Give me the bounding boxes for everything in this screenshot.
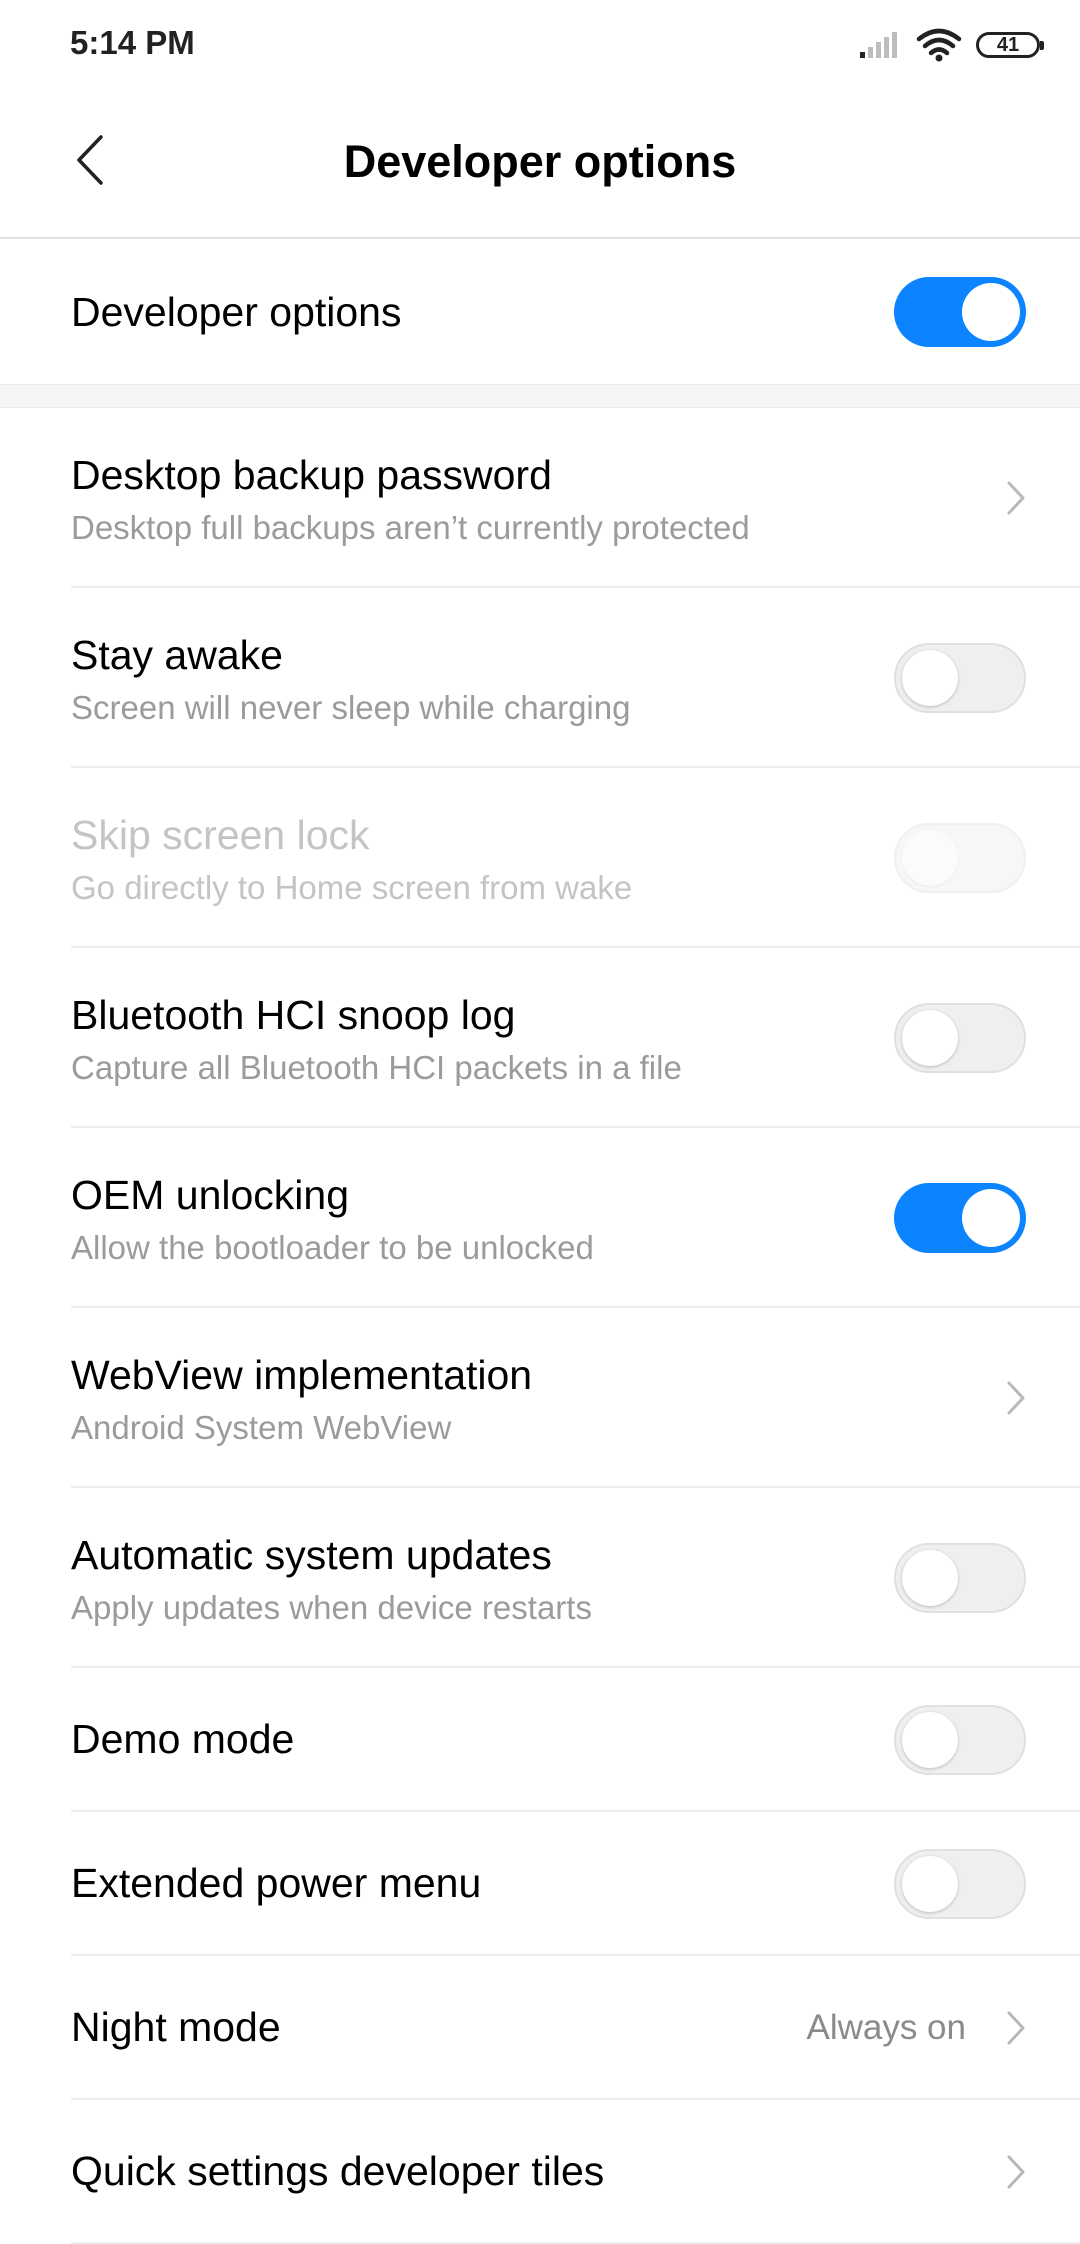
setting-subtitle: Apply updates when device restarts [71, 1589, 592, 1626]
setting-title: Stay awake [71, 632, 283, 678]
setting-row-extended-power-menu[interactable]: Extended power menu [0, 1812, 1080, 1956]
setting-row-stay-awake[interactable]: Stay awake Screen will never sleep while … [0, 588, 1080, 768]
setting-subtitle: Allow the bootloader to be unlocked [71, 1229, 594, 1266]
chevron-right-icon [1007, 2155, 1025, 2189]
developer-options-master-label: Developer options [71, 289, 402, 335]
skip-screen-lock-toggle [894, 823, 1026, 893]
section-divider [0, 384, 1080, 408]
setting-value: Always on [806, 2008, 966, 2047]
setting-subtitle: Screen will never sleep while charging [71, 689, 631, 726]
status-time: 5:14 PM [70, 24, 195, 61]
wifi-icon [916, 28, 962, 62]
setting-row-skip-screen-lock: Skip screen lock Go directly to Home scre… [0, 768, 1080, 948]
setting-title: Demo mode [71, 1716, 295, 1762]
setting-row-desktop-backup-password[interactable]: Desktop backup password Desktop full back… [0, 408, 1080, 588]
chevron-right-icon [1007, 2011, 1025, 2045]
toggle-knob [902, 830, 958, 886]
setting-row-bluetooth-hci-snoop-log[interactable]: Bluetooth HCI snoop log Capture all Bluet… [0, 948, 1080, 1128]
oem-unlocking-toggle[interactable] [894, 1183, 1026, 1253]
setting-title: WebView implementation [71, 1352, 533, 1398]
toggle-knob [962, 1189, 1020, 1247]
toggle-knob [902, 1856, 958, 1912]
developer-options-master-toggle[interactable] [894, 276, 1026, 347]
setting-row-oem-unlocking[interactable]: OEM unlocking Allow the bootloader to be … [0, 1128, 1080, 1308]
setting-title: Desktop backup password [71, 452, 552, 498]
setting-row-webview-implementation[interactable]: WebView implementation Android System Web… [0, 1308, 1080, 1488]
header: Developer options [0, 90, 1080, 239]
settings-list: Desktop backup password Desktop full back… [0, 408, 1080, 2244]
battery-level: 41 [996, 33, 1020, 56]
setting-title: Extended power menu [71, 1860, 482, 1906]
toggle-knob [902, 1010, 958, 1066]
automatic-system-updates-toggle[interactable] [894, 1543, 1026, 1613]
setting-title: Bluetooth HCI snoop log [71, 992, 516, 1038]
cellular-signal-icon [860, 32, 897, 58]
toggle-knob [902, 1550, 958, 1606]
setting-row-quick-settings-developer-tiles[interactable]: Quick settings developer tiles [0, 2100, 1080, 2244]
extended-power-menu-toggle[interactable] [894, 1849, 1026, 1919]
setting-title: Skip screen lock [71, 812, 370, 858]
toggle-knob [902, 650, 958, 706]
stay-awake-toggle[interactable] [894, 643, 1026, 713]
setting-title: OEM unlocking [71, 1172, 350, 1218]
setting-row-demo-mode[interactable]: Demo mode [0, 1668, 1080, 1812]
setting-subtitle: Go directly to Home screen from wake [71, 869, 633, 906]
developer-options-master-row[interactable]: Developer options [0, 239, 1080, 384]
setting-subtitle: Android System WebView [71, 1409, 452, 1446]
setting-subtitle: Desktop full backups aren’t currently pr… [71, 509, 750, 546]
status-icons: 41 [858, 28, 1044, 62]
chevron-right-icon [1007, 1381, 1025, 1415]
battery-icon: 41 [976, 32, 1044, 58]
bluetooth-hci-snoop-log-toggle[interactable] [894, 1003, 1026, 1073]
status-bar: 5:14 PM 41 [0, 0, 1080, 90]
setting-title: Quick settings developer tiles [71, 2148, 605, 2194]
chevron-right-icon [1007, 481, 1025, 515]
setting-title: Night mode [71, 2004, 281, 2050]
toggle-knob [962, 282, 1020, 341]
demo-mode-toggle[interactable] [894, 1705, 1026, 1775]
setting-row-automatic-system-updates[interactable]: Automatic system updates Apply updates wh… [0, 1488, 1080, 1668]
setting-title: Automatic system updates [71, 1532, 552, 1578]
page-title: Developer options [343, 136, 737, 187]
toggle-knob [902, 1712, 958, 1768]
setting-row-night-mode[interactable]: Night mode Always on [0, 1956, 1080, 2100]
setting-subtitle: Capture all Bluetooth HCI packets in a f… [71, 1049, 682, 1086]
